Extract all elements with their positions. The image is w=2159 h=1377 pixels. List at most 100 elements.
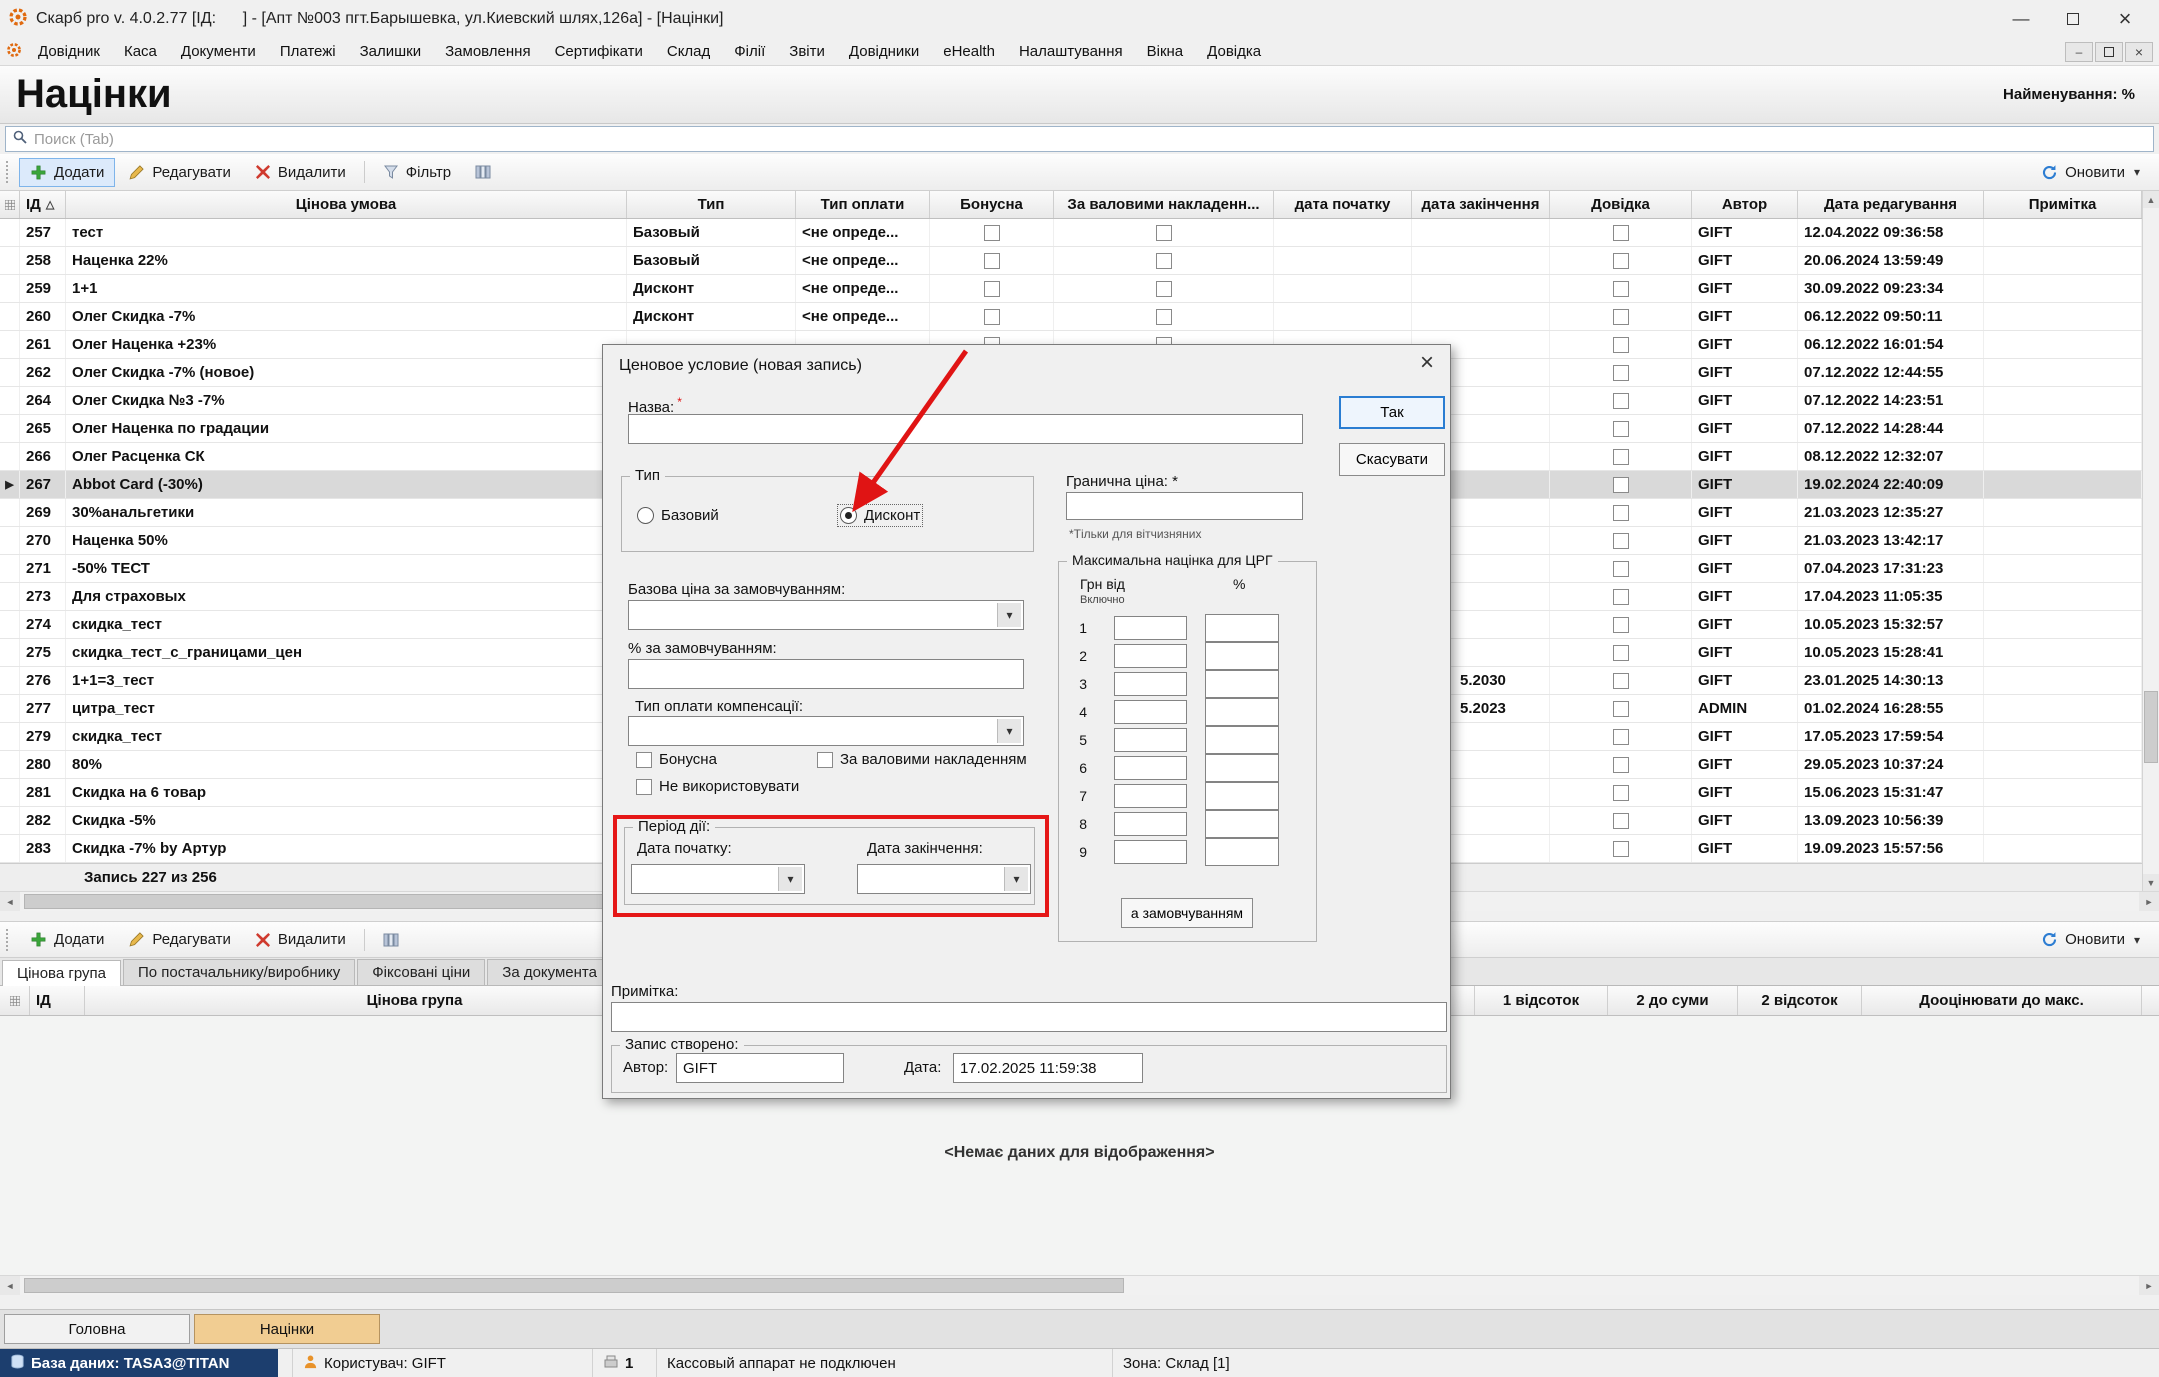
end-date-select[interactable]: ▾ [857, 864, 1031, 894]
reference-checkbox[interactable] [1613, 757, 1629, 773]
reference-checkbox[interactable] [1613, 673, 1629, 689]
reference-checkbox[interactable] [1613, 225, 1629, 241]
gross-checkbox[interactable] [1156, 309, 1172, 325]
columns-button-bottom[interactable] [372, 926, 410, 954]
percent-input[interactable] [1205, 670, 1279, 698]
reference-checkbox[interactable] [1613, 449, 1629, 465]
start-date-select[interactable]: ▾ [631, 864, 805, 894]
default-percent-input[interactable] [628, 659, 1024, 689]
grn-from-input[interactable] [1114, 672, 1187, 696]
percent-input[interactable] [1205, 810, 1279, 838]
table-row[interactable]: 258 Наценка 22% Базовый <не опреде... GI… [0, 247, 2142, 275]
note-input[interactable] [611, 1002, 1447, 1032]
search-input[interactable]: Поиск (Tab) [5, 126, 2154, 152]
scroll-down-icon[interactable]: ▼ [2143, 874, 2159, 891]
column-header-up-to-max[interactable]: Дооцінювати до макс. [1862, 986, 2142, 1015]
minimize-button[interactable]: — [1995, 2, 2047, 36]
menu-item[interactable]: Каса [112, 40, 169, 63]
grn-from-input[interactable] [1114, 700, 1187, 724]
grn-from-input[interactable] [1114, 644, 1187, 668]
table-row[interactable]: 259 1+1 Дисконт <не опреде... GIFT 30.09… [0, 275, 2142, 303]
column-header-end-date[interactable]: дата закінчення [1412, 191, 1550, 218]
mdi-close-button[interactable]: × [2125, 42, 2153, 62]
gross-invoices-checkbox[interactable]: За валовими накладенням [817, 751, 1027, 768]
column-header-group-id[interactable]: ІД [30, 986, 85, 1015]
reference-checkbox[interactable] [1613, 813, 1629, 829]
menu-item[interactable]: Налаштування [1007, 40, 1135, 63]
reference-checkbox[interactable] [1613, 393, 1629, 409]
menu-item[interactable]: Філії [722, 40, 777, 63]
column-header-gross[interactable]: За валовими накладенн... [1054, 191, 1274, 218]
horizontal-scroll-thumb[interactable] [24, 1278, 1124, 1293]
reference-checkbox[interactable] [1613, 729, 1629, 745]
group-tab[interactable]: Цінова група [2, 960, 121, 986]
reference-checkbox[interactable] [1613, 645, 1629, 661]
dialog-close-icon[interactable]: × [1420, 349, 1434, 377]
gross-checkbox[interactable] [1156, 253, 1172, 269]
column-header-id[interactable]: ІД△ [20, 191, 66, 218]
reference-checkbox[interactable] [1613, 421, 1629, 437]
mdi-minimize-button[interactable]: – [2065, 42, 2093, 62]
grn-from-input[interactable] [1114, 616, 1187, 640]
refresh-dropdown-icon[interactable]: ▾ [2134, 165, 2140, 179]
menu-item[interactable]: Довідники [837, 40, 931, 63]
grn-from-input[interactable] [1114, 812, 1187, 836]
percent-input[interactable] [1205, 838, 1279, 866]
chevron-down-icon[interactable]: ▾ [997, 719, 1021, 743]
limit-price-input[interactable] [1066, 492, 1303, 520]
grn-from-input[interactable] [1114, 728, 1187, 752]
menu-item[interactable]: Вікна [1135, 40, 1196, 63]
scroll-left-icon[interactable]: ◄ [0, 892, 20, 911]
table-row[interactable]: 260 Олег Скидка -7% Дисконт <не опреде..… [0, 303, 2142, 331]
menu-item[interactable]: Звіти [777, 40, 837, 63]
bonus-checkbox[interactable] [984, 253, 1000, 269]
column-header-name[interactable]: Цінова умова [66, 191, 627, 218]
horizontal-scrollbar-bottom[interactable]: ◄ ► [0, 1275, 2159, 1295]
scroll-up-icon[interactable]: ▲ [2143, 191, 2159, 208]
compensation-select[interactable]: ▾ [628, 716, 1024, 746]
window-tab[interactable]: Націнки [194, 1314, 380, 1344]
column-header-note[interactable]: Примітка [1984, 191, 2142, 218]
menu-item[interactable]: Довідник [26, 40, 112, 63]
menu-item[interactable]: eHealth [931, 40, 1007, 63]
column-header-edited[interactable]: Дата редагування [1798, 191, 1984, 218]
menu-item[interactable]: Сертифікати [543, 40, 655, 63]
reference-checkbox[interactable] [1613, 533, 1629, 549]
bonus-checkbox[interactable] [984, 281, 1000, 297]
not-used-checkbox[interactable]: Не використовувати [636, 778, 799, 795]
reference-checkbox[interactable] [1613, 841, 1629, 857]
grn-from-input[interactable] [1114, 840, 1187, 864]
menu-item[interactable]: Замовлення [433, 40, 542, 63]
filter-button[interactable]: Фільтр [372, 158, 462, 187]
vertical-scrollbar[interactable]: ▲ ▼ [2142, 191, 2159, 891]
edit-button-bottom[interactable]: Редагувати [117, 925, 242, 954]
column-header-percent2[interactable]: 2 відсоток [1738, 986, 1862, 1015]
percent-input[interactable] [1205, 642, 1279, 670]
vertical-scroll-thumb[interactable] [2144, 691, 2158, 763]
name-input[interactable] [628, 414, 1303, 444]
group-tab[interactable]: Фіксовані ціни [357, 959, 485, 985]
percent-input[interactable] [1205, 782, 1279, 810]
close-button[interactable]: × [2099, 2, 2151, 36]
reference-checkbox[interactable] [1613, 701, 1629, 717]
grn-from-input[interactable] [1114, 784, 1187, 808]
bonus-checkbox[interactable]: Бонусна [636, 751, 717, 768]
percent-input[interactable] [1205, 614, 1279, 642]
menu-item[interactable]: Залишки [348, 40, 434, 63]
menu-item[interactable]: Довідка [1195, 40, 1273, 63]
reference-checkbox[interactable] [1613, 617, 1629, 633]
columns-button[interactable] [464, 158, 502, 186]
chevron-down-icon[interactable]: ▾ [778, 867, 802, 891]
add-button-bottom[interactable]: Додати [19, 925, 115, 954]
percent-input[interactable] [1205, 698, 1279, 726]
maximize-button[interactable] [2047, 2, 2099, 36]
reference-checkbox[interactable] [1613, 253, 1629, 269]
delete-button-bottom[interactable]: Видалити [244, 925, 357, 954]
grn-from-input[interactable] [1114, 756, 1187, 780]
ok-button[interactable]: Так [1339, 396, 1445, 429]
column-header-author[interactable]: Автор [1692, 191, 1798, 218]
column-header-percent1[interactable]: 1 відсоток [1475, 986, 1608, 1015]
window-tab[interactable]: Головна [4, 1314, 190, 1344]
column-header-reference[interactable]: Довідка [1550, 191, 1692, 218]
edit-button[interactable]: Редагувати [117, 158, 242, 187]
